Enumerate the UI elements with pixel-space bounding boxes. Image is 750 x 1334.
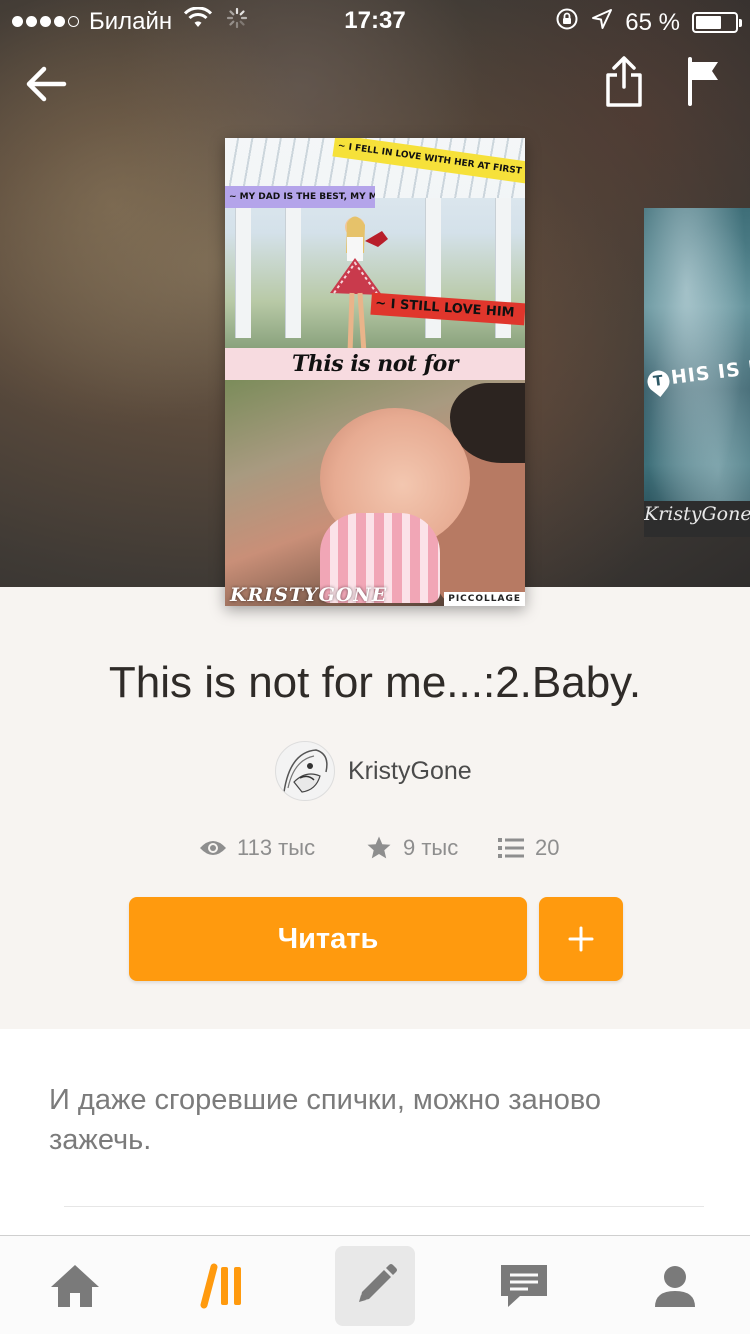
author-avatar-illustration bbox=[283, 749, 328, 793]
rotation-lock-icon bbox=[555, 7, 579, 38]
story-description: И даже сгоревшие спички, можно заново за… bbox=[49, 1084, 602, 1156]
divider bbox=[64, 1206, 704, 1207]
tab-browse[interactable] bbox=[186, 1246, 266, 1326]
tab-bar bbox=[0, 1235, 750, 1334]
battery-percent: 65 % bbox=[625, 8, 680, 36]
add-to-library-button[interactable] bbox=[539, 897, 623, 981]
author-link[interactable]: KristyGone bbox=[275, 741, 472, 801]
tab-profile[interactable] bbox=[635, 1246, 715, 1326]
status-right: 65 % bbox=[555, 7, 742, 38]
share-button[interactable] bbox=[596, 54, 652, 110]
cover-brand: PICCOLLAGE bbox=[444, 592, 525, 606]
status-bar: Билайн 17:37 65 % bbox=[0, 0, 750, 40]
tab-home[interactable] bbox=[35, 1246, 115, 1326]
pencil-icon bbox=[359, 1264, 397, 1302]
star-icon bbox=[365, 834, 393, 862]
story-cover-main[interactable]: ~ I FELL IN LOVE WITH HER AT FIRST SIGHT… bbox=[225, 138, 525, 606]
reads-count: 113 тыс bbox=[199, 834, 315, 862]
story-title: This is not for me...:2.Baby. bbox=[108, 658, 642, 707]
battery-icon bbox=[692, 12, 742, 33]
avatar[interactable] bbox=[275, 741, 335, 801]
tab-messages[interactable] bbox=[484, 1246, 564, 1326]
next-cover-watermark: KristyGone bbox=[644, 503, 750, 525]
list-icon bbox=[497, 834, 525, 862]
arrow-left-icon bbox=[26, 66, 67, 102]
plus-icon bbox=[568, 926, 594, 952]
parts-count: 20 bbox=[497, 834, 559, 862]
cover-title-text: This is not for me...:2.Baby bbox=[292, 351, 458, 409]
location-icon bbox=[591, 8, 613, 37]
cover-strip-2: ~ MY DAD IS THE BEST, MY MUM IS THE MOST… bbox=[225, 186, 375, 208]
cover-figure-woman bbox=[330, 216, 388, 354]
wattpad-logo-icon bbox=[200, 1263, 241, 1309]
person-icon bbox=[655, 1266, 695, 1307]
home-icon bbox=[51, 1265, 99, 1307]
flag-icon bbox=[688, 57, 718, 106]
votes-count: 9 тыс bbox=[365, 834, 458, 862]
back-button[interactable] bbox=[18, 56, 74, 112]
story-cover-next[interactable]: T HIS IS NO KristyGone bbox=[644, 208, 750, 537]
author-name[interactable]: KristyGone bbox=[348, 757, 472, 786]
story-stats: 113 тыс 9 тыс 20 bbox=[0, 834, 750, 866]
read-button[interactable]: Читать bbox=[129, 897, 527, 981]
tab-write[interactable] bbox=[335, 1246, 415, 1326]
cover-photo-top: ~ I FELL IN LOVE WITH HER AT FIRST SIGHT… bbox=[225, 138, 525, 354]
battery-level bbox=[696, 16, 721, 29]
share-icon bbox=[606, 56, 642, 107]
eye-icon bbox=[199, 834, 227, 862]
chat-icon bbox=[501, 1265, 547, 1307]
report-button[interactable] bbox=[676, 54, 732, 110]
cover-watermark: KRISTYGONE bbox=[230, 584, 388, 606]
